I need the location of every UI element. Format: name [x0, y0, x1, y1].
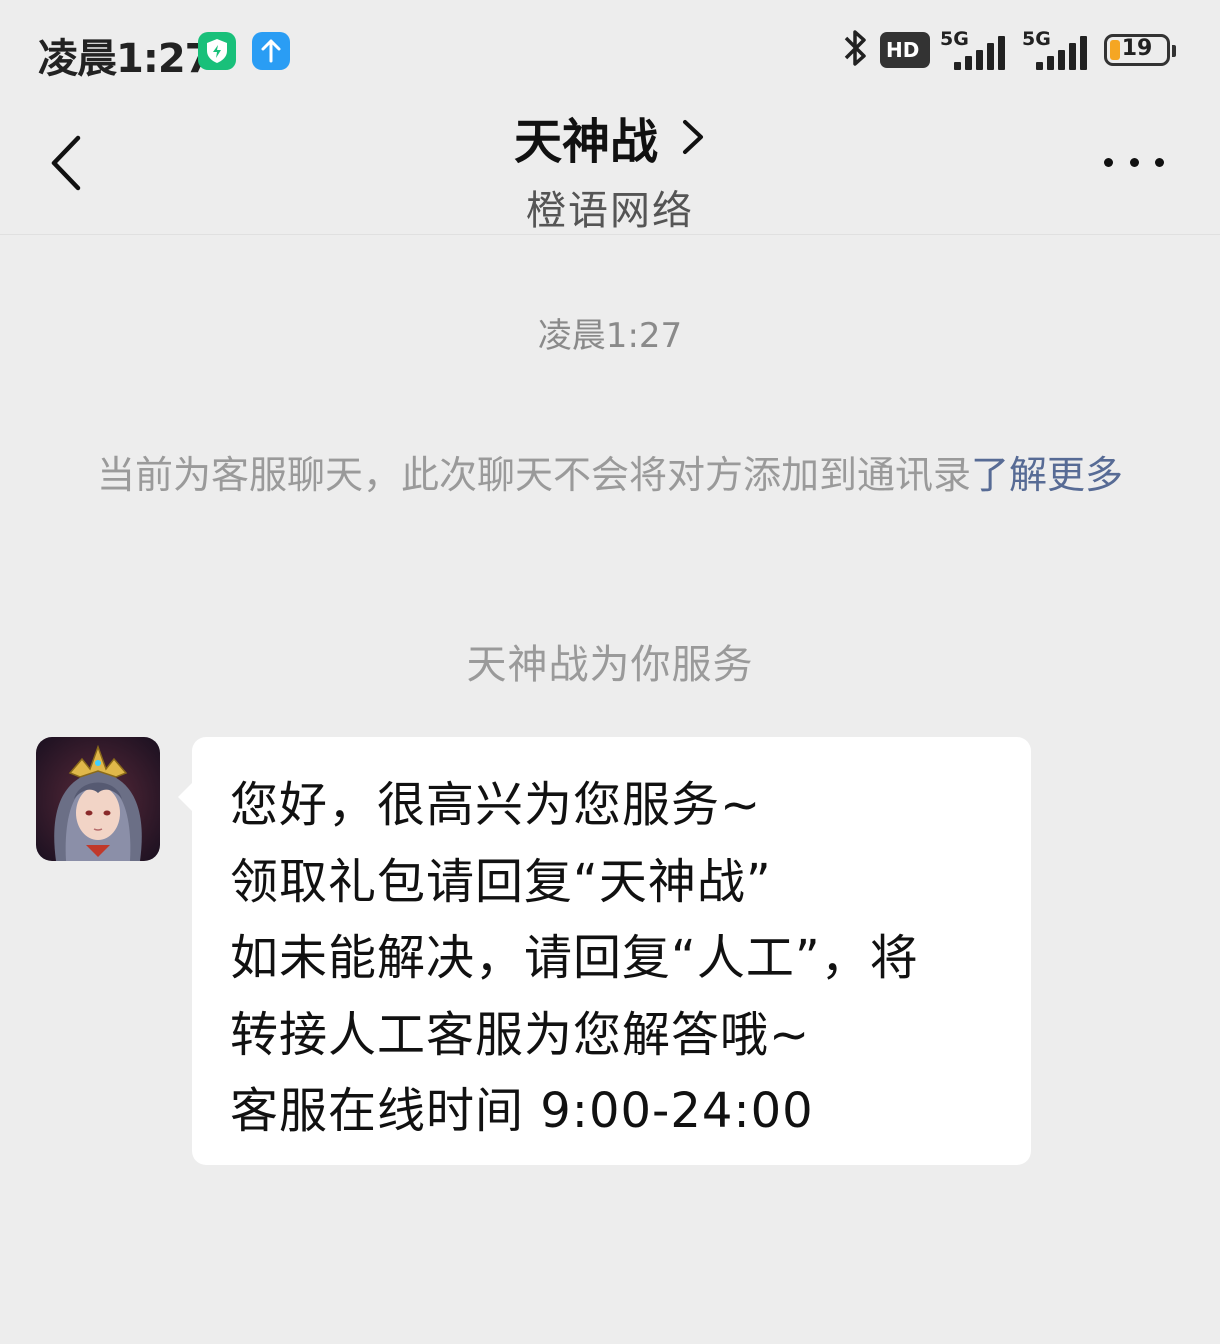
- service-notice: 当前为客服聊天，此次聊天不会将对方添加到通讯录了解更多: [90, 444, 1130, 506]
- chat-title-text: 天神战: [513, 114, 658, 170]
- message-line: 领取礼包请回复“天神战”: [230, 853, 772, 910]
- signal-icon: 5G: [1022, 28, 1094, 72]
- chevron-right-icon: [683, 120, 703, 154]
- status-time: 凌晨1:27: [38, 36, 212, 82]
- message-timestamp: 凌晨1:27: [537, 316, 683, 356]
- learn-more-link[interactable]: 了解更多: [971, 453, 1123, 497]
- more-icon: [1104, 157, 1113, 167]
- upload-app-icon: [252, 32, 290, 70]
- signal-icon: 5G: [940, 28, 1012, 72]
- message-line: 如未能解决，请回复“人工”，将: [230, 930, 919, 986]
- battery-icon: 19: [1104, 34, 1176, 66]
- status-bar: 凌晨1:27 HD 5G 5G 19: [0, 0, 1220, 100]
- battery-level: 19: [1121, 36, 1153, 61]
- service-notice-text: 当前为客服聊天，此次聊天不会将对方添加到通讯录: [96, 453, 971, 497]
- chat-header: 天神战 橙语网络: [0, 100, 1220, 235]
- service-provider-text: 天神战为你服务: [466, 642, 754, 688]
- chat-title[interactable]: 天神战: [514, 102, 706, 172]
- more-button[interactable]: [1104, 150, 1164, 174]
- shield-app-icon: [198, 32, 236, 70]
- message-bubble[interactable]: 您好，很高兴为您服务~ 领取礼包请回复“天神战” 如未能解决，请回复“人工”，将…: [178, 737, 1031, 1165]
- bluetooth-icon: [840, 26, 870, 74]
- hd-voice-icon: HD: [880, 32, 930, 68]
- message-line: 转接人工客服为您解答哦~: [230, 1006, 811, 1063]
- message-line: 客服在线时间 9:00-24:00: [230, 1083, 814, 1139]
- message-line: 您好，很高兴为您服务~: [230, 777, 762, 833]
- chat-subtitle: 橙语网络: [526, 188, 694, 234]
- avatar[interactable]: [36, 737, 160, 861]
